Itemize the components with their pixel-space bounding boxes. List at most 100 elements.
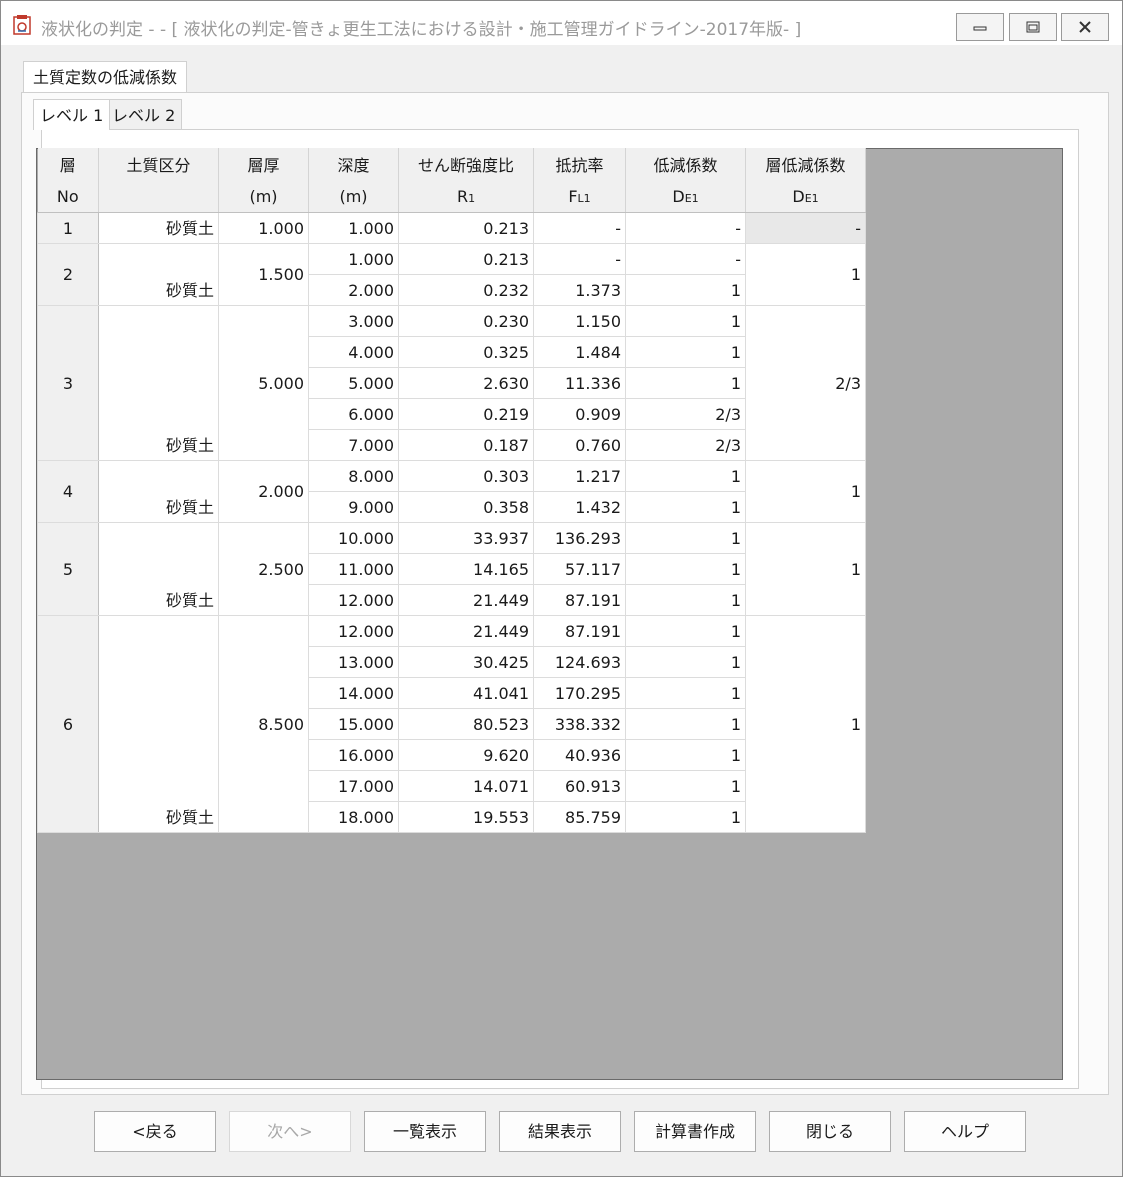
cell-depth[interactable]: 3.000 <box>308 305 399 337</box>
cell-thickness[interactable]: 2.500 <box>218 522 309 616</box>
cell-depth[interactable]: 1.000 <box>308 243 399 275</box>
cell-thickness[interactable]: 8.500 <box>218 615 309 833</box>
tab-reduction-factor[interactable]: 土質定数の低減係数 <box>23 61 188 92</box>
cell-soil-type[interactable]: 砂質土 <box>98 522 219 616</box>
cell-reduction[interactable]: 1 <box>625 491 746 523</box>
cell-resistance[interactable]: 0.909 <box>533 398 626 430</box>
cell-resistance[interactable]: 85.759 <box>533 801 626 833</box>
cell-reduction[interactable]: 1 <box>625 584 746 616</box>
cell-depth[interactable]: 2.000 <box>308 274 399 306</box>
cell-layer-reduction[interactable]: 1 <box>745 522 866 616</box>
cell-shear-ratio[interactable]: 0.303 <box>398 460 534 492</box>
cell-depth[interactable]: 9.000 <box>308 491 399 523</box>
cell-shear-ratio[interactable]: 0.358 <box>398 491 534 523</box>
cell-shear-ratio[interactable]: 0.219 <box>398 398 534 430</box>
header-layer-no[interactable]: 層 <box>37 148 99 180</box>
table-row[interactable]: 1 砂質土 1.000 1.000 0.213- - - <box>37 212 866 244</box>
header-soil-type[interactable]: 土質区分 <box>98 148 219 180</box>
cell-layer-reduction[interactable]: - <box>745 212 866 244</box>
cell-layer-reduction[interactable]: 1 <box>745 615 866 833</box>
cell-depth[interactable]: 16.000 <box>308 739 399 771</box>
result-view-button[interactable]: 結果表示 <box>499 1111 621 1152</box>
cell-shear-ratio[interactable]: 2.630 <box>398 367 534 399</box>
cell-layer-reduction[interactable]: 1 <box>745 243 866 306</box>
cell-reduction[interactable]: 1 <box>625 708 746 740</box>
cell-depth[interactable]: 15.000 <box>308 708 399 740</box>
header-shear-ratio[interactable]: せん断強度比 <box>398 148 534 180</box>
cell-depth[interactable]: 10.000 <box>308 522 399 554</box>
cell-soil-type[interactable]: 砂質土 <box>98 243 219 306</box>
cell-reduction[interactable]: 1 <box>625 739 746 771</box>
cell-depth[interactable]: 12.000 <box>308 615 399 647</box>
table-row[interactable]: 4 砂質土 2.000 8.000 0.303 1.217 1 1 <box>37 460 866 523</box>
cell-depth[interactable]: 5.000 <box>308 367 399 399</box>
header-reduction[interactable]: 低減係数 <box>625 148 746 180</box>
cell-shear-ratio[interactable]: 14.165 <box>398 553 534 585</box>
cell-resistance[interactable]: 170.295 <box>533 677 626 709</box>
cell-shear-ratio[interactable]: 30.425 <box>398 646 534 678</box>
cell-depth[interactable]: 17.000 <box>308 770 399 802</box>
cell-resistance[interactable]: 136.293 <box>533 522 626 554</box>
cell-layer-no[interactable]: 5 <box>37 522 99 616</box>
header-depth[interactable]: 深度 <box>308 148 399 180</box>
cell-layer-no[interactable]: 2 <box>37 243 99 306</box>
cell-shear-ratio[interactable]: 33.937 <box>398 522 534 554</box>
cell-reduction[interactable]: 2/3 <box>625 398 746 430</box>
cell-resistance[interactable]: 338.332 <box>533 708 626 740</box>
cell-reduction[interactable]: 1 <box>625 770 746 802</box>
cell-reduction[interactable]: 1 <box>625 615 746 647</box>
cell-resistance[interactable]: 1.432 <box>533 491 626 523</box>
table-row[interactable]: 3 砂質土 5.000 3.000 0.230 1.150 1 2/3 <box>37 305 866 461</box>
cell-layer-no[interactable]: 1 <box>37 212 99 244</box>
cell-resistance[interactable]: 1.484 <box>533 336 626 368</box>
cell-layer-no[interactable]: 4 <box>37 460 99 523</box>
cell-resistance[interactable]: 0.760 <box>533 429 626 461</box>
data-grid[interactable]: 層 土質区分 層厚 深度 せん断強度比 抵抗率 低減係数 層低減係数 No (m… <box>37 148 866 833</box>
cell-reduction[interactable]: 2/3 <box>625 429 746 461</box>
cell-reduction[interactable]: 1 <box>625 522 746 554</box>
cell-layer-no[interactable]: 3 <box>37 305 99 461</box>
cell-depth[interactable]: 4.000 <box>308 336 399 368</box>
cell-resistance[interactable]: 1.150 <box>533 305 626 337</box>
close-window-button[interactable] <box>1061 13 1109 41</box>
cell-depth[interactable]: 6.000 <box>308 398 399 430</box>
cell-soil-type[interactable]: 砂質土 <box>98 615 219 833</box>
cell-resistance[interactable]: 11.336 <box>533 367 626 399</box>
cell-thickness[interactable]: 2.000 <box>218 460 309 523</box>
cell-resistance[interactable]: 1.217 <box>533 460 626 492</box>
header-resistance[interactable]: 抵抗率 <box>533 148 626 180</box>
cell-shear-ratio[interactable]: 0.230 <box>398 305 534 337</box>
cell-reduction[interactable]: 1 <box>625 553 746 585</box>
cell-thickness[interactable]: 5.000 <box>218 305 309 461</box>
tab-level-1[interactable]: レベル 1 <box>33 99 111 130</box>
cell-reduction[interactable]: 1 <box>625 336 746 368</box>
cell-depth[interactable]: 14.000 <box>308 677 399 709</box>
cell-layer-reduction[interactable]: 1 <box>745 460 866 523</box>
cell-reduction[interactable]: 1 <box>625 274 746 306</box>
cell-resistance[interactable]: 87.191 <box>533 615 626 647</box>
cell-soil-type[interactable]: 砂質土 <box>98 212 219 244</box>
cell-resistance[interactable]: 1.373 <box>533 274 626 306</box>
header-thickness[interactable]: 層厚 <box>218 148 309 180</box>
minimize-button[interactable] <box>956 13 1004 41</box>
cell-shear-ratio[interactable]: 9.620 <box>398 739 534 771</box>
help-button[interactable]: ヘルプ <box>904 1111 1026 1152</box>
cell-resistance[interactable]: 60.913 <box>533 770 626 802</box>
table-row[interactable]: 5 砂質土 2.500 10.000 33.937 136.293 1 1 <box>37 522 866 616</box>
cell-reduction[interactable]: - <box>625 212 746 244</box>
cell-shear-ratio[interactable]: 41.041 <box>398 677 534 709</box>
tab-level-2[interactable]: レベル 2 <box>105 99 183 130</box>
maximize-button[interactable] <box>1009 13 1057 41</box>
cell-shear-ratio[interactable]: 0.213 <box>398 212 534 244</box>
cell-thickness[interactable]: 1.500 <box>218 243 309 306</box>
cell-resistance[interactable]: 124.693 <box>533 646 626 678</box>
cell-shear-ratio[interactable]: 0.213 <box>398 243 534 275</box>
cell-shear-ratio[interactable]: 0.232 <box>398 274 534 306</box>
cell-shear-ratio[interactable]: 80.523 <box>398 708 534 740</box>
table-row[interactable]: 6 砂質土 8.500 12.000 21.449 87.191 1 1 <box>37 615 866 833</box>
list-view-button[interactable]: 一覧表示 <box>364 1111 486 1152</box>
table-row[interactable]: 2 砂質土 1.500 1.000 0.213- -1 <box>37 243 866 306</box>
cell-depth[interactable]: 7.000 <box>308 429 399 461</box>
cell-thickness[interactable]: 1.000 <box>218 212 309 244</box>
cell-reduction[interactable]: 1 <box>625 801 746 833</box>
